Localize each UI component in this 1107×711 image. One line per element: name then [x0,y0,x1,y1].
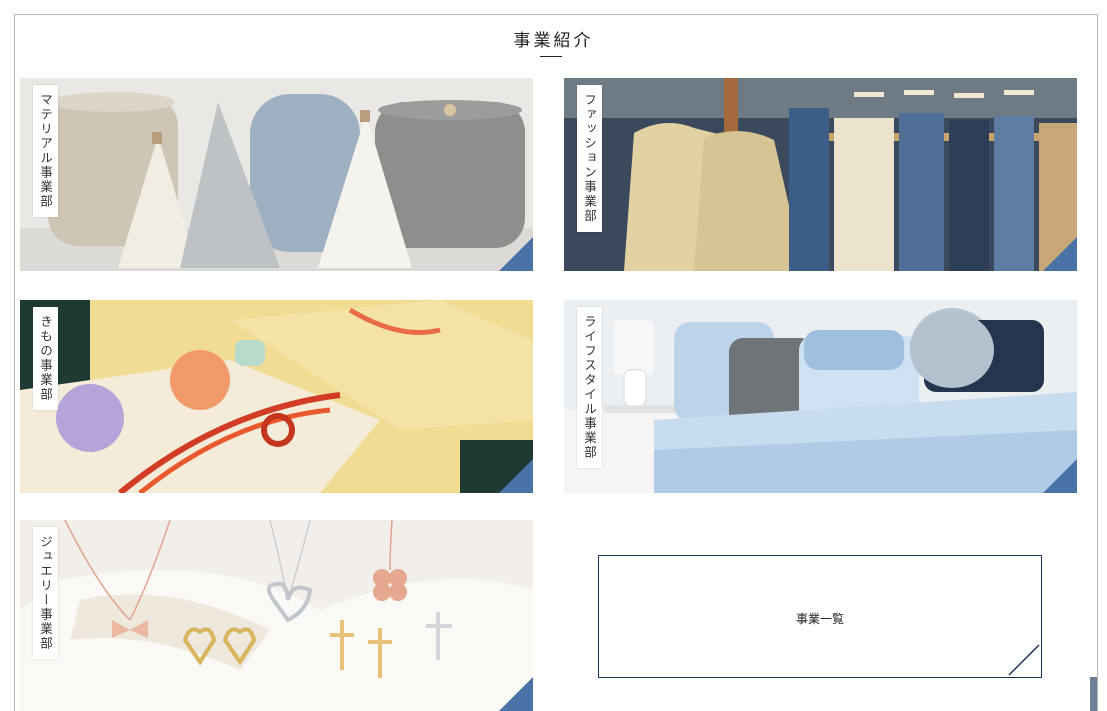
business-list-button[interactable]: 事業一覧 [598,555,1042,678]
card-jewelry[interactable]: ジュエリー事業部 [20,520,533,711]
scrollbar-thumb[interactable] [1090,677,1097,711]
bedroom-image [564,300,1077,493]
card-corner-triangle [1043,237,1077,271]
kimono-fabric-image [20,300,533,493]
title-underline [540,56,562,57]
card-material[interactable]: マテリアル事業部 [20,78,533,271]
card-label: ファッション事業部 [577,85,602,232]
card-label: ライフスタイル事業部 [577,307,602,468]
jewelry-image [20,520,533,711]
clothes-rack-image [564,78,1077,271]
card-corner-triangle [499,459,533,493]
business-list-label: 事業一覧 [795,612,844,626]
card-lifestyle[interactable]: ライフスタイル事業部 [564,300,1077,493]
card-corner-triangle [499,677,533,711]
card-label: ジュエリー事業部 [33,527,58,659]
yarn-cones-image [20,78,533,271]
card-corner-triangle [499,237,533,271]
corner-slash-icon [1008,644,1040,676]
card-label: きもの事業部 [33,307,58,410]
card-corner-triangle [1043,459,1077,493]
card-kimono[interactable]: きもの事業部 [20,300,533,493]
card-fashion[interactable]: ファッション事業部 [564,78,1077,271]
card-label: マテリアル事業部 [33,85,58,217]
section-title: 事業紹介 [513,31,594,51]
